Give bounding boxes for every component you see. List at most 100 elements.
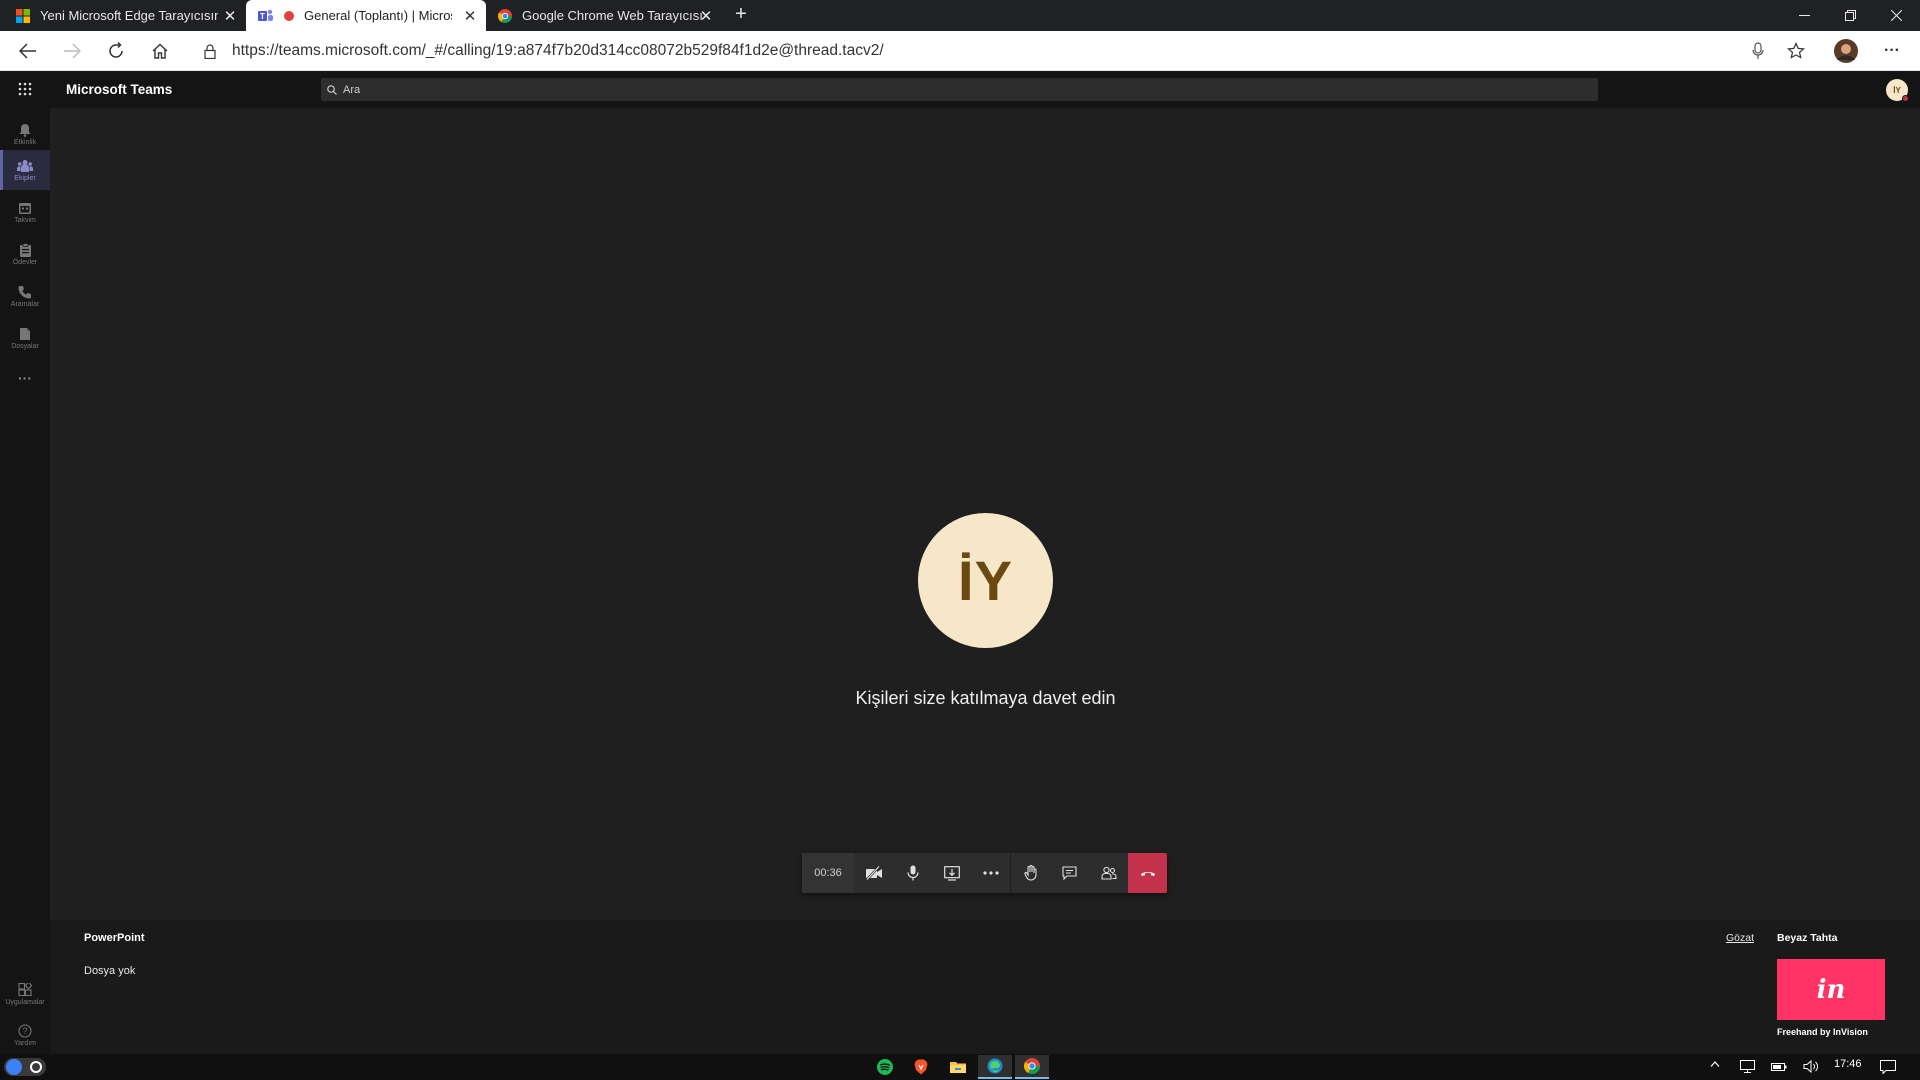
call-timer: 00:36 [802,853,854,893]
profile-initials: İY [1893,85,1901,95]
rail-item-files[interactable]: Dosyalar [0,318,50,358]
taskbar-edge-icon[interactable] [978,1055,1012,1079]
share-tray-icon [943,865,960,881]
microphone-icon [906,865,919,881]
chat-button[interactable] [1050,853,1089,893]
teams-left-rail: Etkinlik Ekipler Takvim Ödevler Aramalar… [0,108,50,1054]
battery-icon[interactable] [1771,1061,1787,1072]
close-icon[interactable]: ✕ [462,7,478,25]
tab-title: General (Toplantı) | Microsof [304,8,452,23]
tab-title: Google Chrome Web Tarayıcısı [522,8,702,23]
phone-icon [18,285,32,299]
taskbar-chrome-icon[interactable] [1015,1055,1049,1079]
start-toggle-icon[interactable] [4,1058,46,1076]
calendar-icon [18,201,32,215]
new-tab-button[interactable]: + [730,3,752,27]
files-icon [19,327,31,341]
rail-item-calendar[interactable]: Takvim [0,192,50,232]
browse-link[interactable]: Gözat [1726,932,1754,944]
clock-time[interactable]: 17:46 [1834,1058,1862,1070]
url-text: https://teams.microsoft.com/_#/calling/1… [232,42,884,59]
recording-dot-icon [284,10,294,21]
teams-icon [17,159,33,173]
camera-off-button[interactable] [854,853,893,893]
close-window-icon[interactable] [1873,0,1919,31]
raise-hand-button[interactable] [1011,853,1050,893]
restore-icon[interactable] [1827,0,1873,31]
status-badge [1902,95,1909,102]
google-logo-icon [498,8,512,23]
toggle-knob [30,1061,42,1073]
back-arrow-icon[interactable] [8,31,48,71]
avatar-initials: İY [958,549,1013,612]
profile-avatar[interactable]: İY [1886,79,1909,102]
microsoft-logo-icon [16,8,30,23]
share-screen-button[interactable] [932,853,971,893]
rail-label: Aramalar [10,300,40,308]
browser-tab-strip: Yeni Microsoft Edge Tarayıcısını İ ✕ T G… [0,0,1920,31]
invision-logo-icon: in [1816,974,1846,1005]
tray-overflow-icon[interactable] [1710,1060,1720,1068]
microphone-button[interactable] [893,853,932,893]
profile-avatar[interactable] [1826,31,1866,71]
rail-item-activity[interactable]: Etkinlik [0,114,50,154]
whiteboard-app-name: Freehand by InVision [1777,1027,1868,1037]
svg-text:T: T [260,12,265,21]
hang-up-icon [1140,869,1156,877]
search-placeholder: Ara [343,83,361,96]
favorite-star-icon[interactable] [1776,31,1816,71]
more-actions-button[interactable] [971,853,1010,893]
rail-item-apps[interactable]: Uygulamalar [0,974,50,1014]
address-bar[interactable]: https://teams.microsoft.com/_#/calling/1… [232,31,884,71]
network-icon[interactable] [1740,1060,1755,1073]
bell-icon [18,123,32,137]
tab-teams-meeting[interactable]: T General (Toplantı) | Microsof ✕ [246,0,486,31]
rail-label: Uygulamalar [5,998,45,1006]
participants-button[interactable] [1089,853,1128,893]
rail-item-calls[interactable]: Aramalar [0,276,50,316]
rail-item-teams[interactable]: Ekipler [0,150,50,190]
search-icon [327,84,337,95]
taskbar-spotify-icon[interactable] [868,1055,902,1079]
whiteboard-section-title: Beyaz Tahta [1777,932,1838,944]
minimize-icon[interactable] [1781,0,1827,31]
close-icon[interactable]: ✕ [222,7,238,25]
forward-arrow-icon[interactable] [52,31,92,71]
notification-center-icon[interactable] [1880,1060,1896,1074]
powerpoint-section-title: PowerPoint [84,932,145,944]
close-icon[interactable]: ✕ [698,7,714,25]
rail-label: Dosyalar [11,342,39,350]
rail-more-button[interactable]: ··· [0,370,50,386]
rail-label: Ödevler [12,258,38,266]
app-title: Microsoft Teams [66,82,173,97]
tab-edge-new[interactable]: Yeni Microsoft Edge Tarayıcısını İ ✕ [0,0,246,31]
taskbar-brave-icon[interactable] [904,1055,938,1079]
app-launcher-icon[interactable] [18,82,32,96]
taskbar-file-explorer-icon[interactable] [941,1055,975,1079]
search-input[interactable]: Ara [321,78,1598,101]
toggle-knob [6,1059,22,1075]
lock-icon[interactable] [190,31,230,71]
freehand-whiteboard-tile[interactable]: in [1777,959,1885,1020]
help-icon: ? [18,1023,32,1038]
share-content-panel: PowerPoint Dosya yok Gözat Beyaz Tahta i… [50,920,1920,1054]
rail-label: Etkinlik [13,138,37,146]
assignments-icon [19,242,32,257]
teams-logo-icon: T [258,9,274,23]
microphone-icon[interactable] [1738,31,1778,71]
rail-item-help[interactable]: ? Yardım [0,1015,50,1055]
rail-label: Ekipler [14,174,36,182]
rail-item-assignments[interactable]: Ödevler [0,234,50,274]
tab-title: Yeni Microsoft Edge Tarayıcısını İ [40,8,218,23]
browser-menu-button[interactable]: ··· [1872,31,1912,71]
camera-off-icon [865,866,883,880]
refresh-icon[interactable] [96,31,136,71]
rail-label: Yardım [13,1039,37,1047]
home-icon[interactable] [140,31,180,71]
hang-up-button[interactable] [1128,853,1167,893]
invite-message: Kişileri size katılmaya davet edin [855,688,1116,708]
teams-header: Microsoft Teams Ara İY [0,71,1920,108]
hand-icon [1023,865,1038,881]
tab-chrome-download[interactable]: Google Chrome Web Tarayıcısı ✕ [486,0,722,31]
volume-icon[interactable] [1803,1060,1819,1073]
